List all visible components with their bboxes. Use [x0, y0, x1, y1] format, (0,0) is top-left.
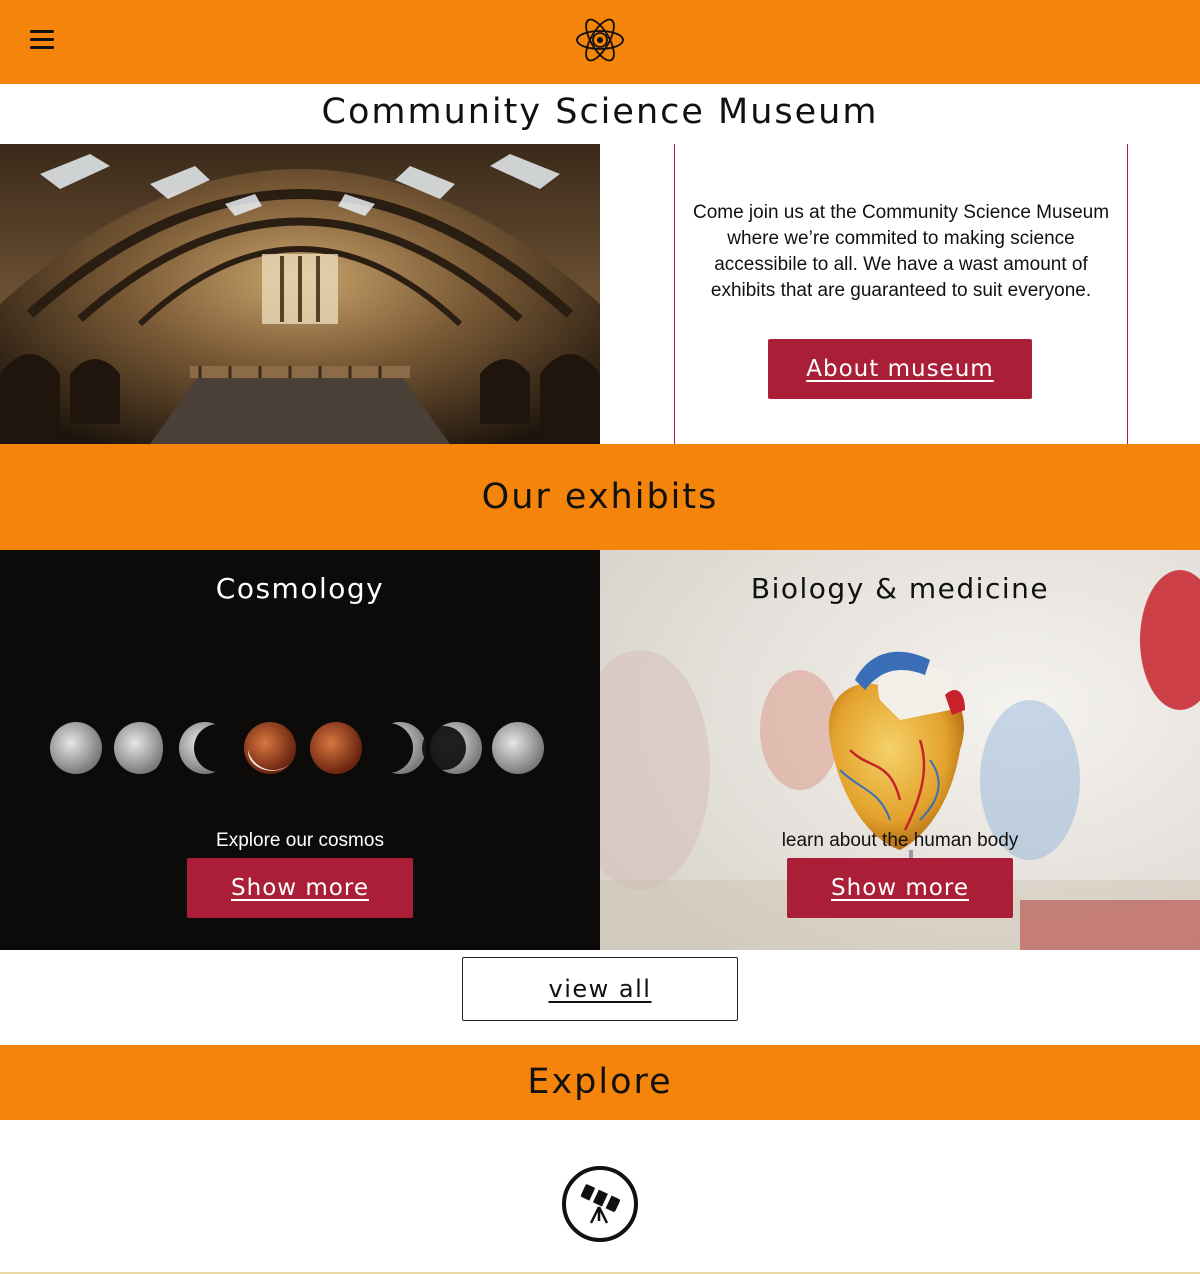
exhibits-heading: Our exhibits	[0, 444, 1200, 550]
explore-heading: Explore	[0, 1045, 1200, 1120]
atom-icon[interactable]	[574, 14, 626, 66]
intro-text: Come join us at the Community Science Mu…	[692, 202, 1110, 301]
exhibit-title: Cosmology	[215, 572, 385, 605]
hamburger-icon[interactable]	[30, 30, 54, 52]
top-navigation-bar	[0, 0, 1200, 84]
page-title: Community Science Museum	[321, 92, 879, 132]
about-card: Come join us at the Community Science Mu…	[674, 144, 1128, 444]
exhibit-card-biology: Biology & medicine learn about the human…	[600, 550, 1200, 950]
about-museum-button[interactable]: About museum	[768, 339, 1032, 399]
museum-hall-image	[0, 144, 600, 444]
exhibit-description: Explore our cosmos	[216, 830, 384, 851]
exhibit-description: learn about the human body	[781, 830, 1019, 851]
show-more-button[interactable]: Show more	[787, 858, 1013, 918]
view-all-button[interactable]: view all	[462, 957, 738, 1021]
telescope-icon[interactable]	[561, 1165, 639, 1243]
exhibit-card-cosmology: Cosmology Explore our cosmos Show more	[0, 550, 600, 950]
show-more-button[interactable]: Show more	[187, 858, 413, 918]
exhibit-title: Biology & medicine	[750, 572, 1050, 605]
